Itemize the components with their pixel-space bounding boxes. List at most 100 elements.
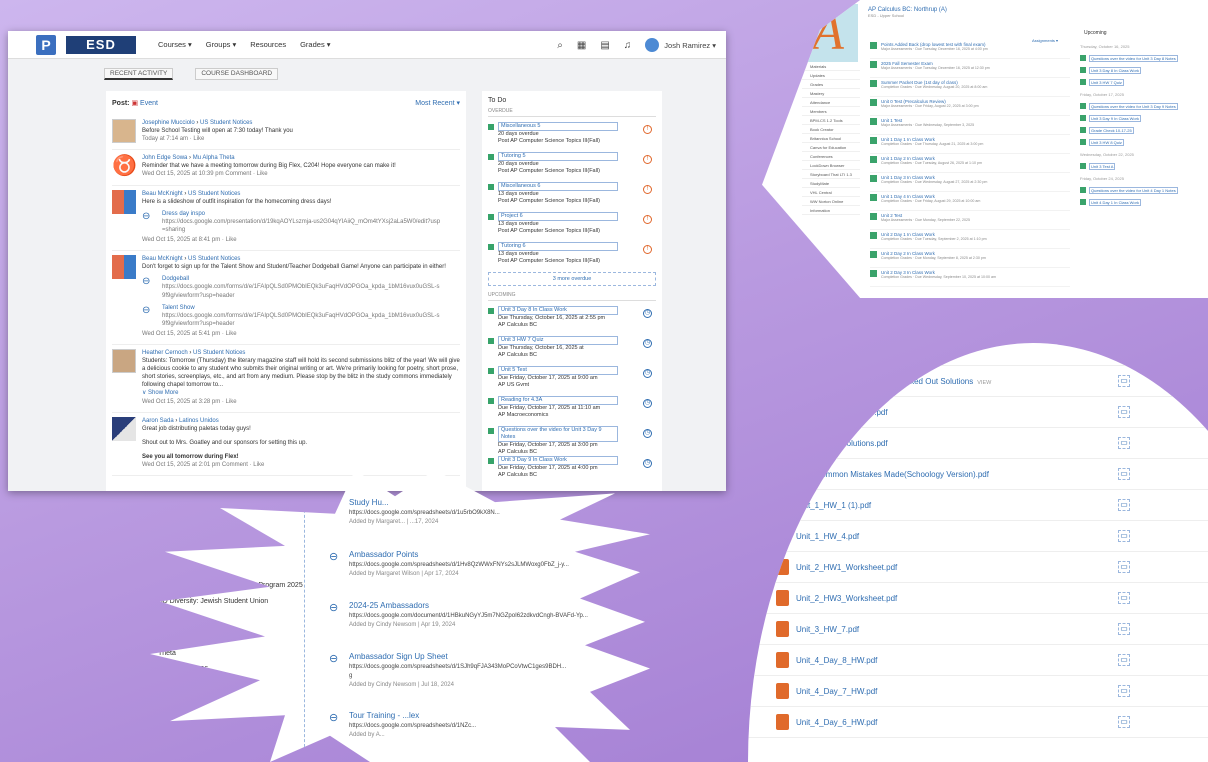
resource-entry[interactable]: ⊖ 2024-25 Ambassadors https://docs.google.… [325, 601, 645, 628]
file-name[interactable]: Summer Homework Packet Worked Out Soluti… [796, 377, 991, 386]
nav-grades[interactable]: Grades ▾ [300, 40, 330, 49]
file-row[interactable]: Formula List for AP Calculus BC.pdf VIEW ▭ [748, 343, 1208, 366]
attachment-title[interactable]: Dress day inspo [162, 210, 442, 218]
todo-item[interactable]: Unit 3 HW 7 Quiz Due Thursday, October 16… [488, 334, 656, 364]
group-list-item[interactable]: nders [158, 618, 176, 625]
post-meta[interactable]: Wed Oct 15, 2025 at 3:28 pm · Like [142, 398, 460, 406]
upcoming-item-title[interactable]: Unit 4 Day 1 In Class Work [1089, 198, 1141, 206]
todo-item-title[interactable]: Unit 3 Day 8 In Class Work [498, 306, 618, 316]
upcoming-item-title[interactable]: Unit 3 Day 8 In Class Work [1089, 66, 1141, 74]
todo-item[interactable]: Unit 5 Test Due Friday, October 17, 2025 … [488, 364, 656, 394]
upcoming-item-title[interactable]: Questions over the video for Unit 4 Day … [1089, 186, 1178, 194]
file-name[interactable]: Unit_4_Day_8_HW.pdf [796, 656, 877, 665]
schoology-logo[interactable]: P [36, 34, 56, 55]
file-name[interactable]: Unit_4_Day_7_HW.pdf [796, 687, 877, 696]
post-group[interactable]: Mu Alpha Theta [193, 155, 235, 161]
file-name[interactable]: Most Common Mistakes Made(Schoology Vers… [796, 470, 989, 479]
link-attachment[interactable]: ⊖ Talent Show https://docs.google.com/for… [142, 304, 460, 328]
upcoming-item-title[interactable]: Unit 3 Day 9 In Class Work [1089, 114, 1141, 122]
resource-entry[interactable]: ⊖ Ambassador Points https://docs.google.co… [325, 550, 645, 577]
course-menu-item[interactable]: Storyboard That LTI 1.3 [802, 170, 860, 179]
resource-entry[interactable]: ⊖ Ambassador Sign Up Sheet https://docs.go… [325, 652, 645, 688]
file-name-text[interactable]: Most Common Mistakes Made(Schoology Vers… [796, 470, 989, 479]
post-author[interactable]: John Edge Sowa [142, 155, 187, 161]
course-menu-item[interactable]: Canva for Education [802, 143, 860, 152]
post-author[interactable]: Beau McKnight [142, 256, 183, 262]
todo-item[interactable]: Reading for 4.3A Due Friday, October 17, … [488, 394, 656, 424]
post-meta[interactable]: Today at 7:14 am · Like [142, 135, 460, 143]
sort-dropdown[interactable]: Most Recent ▾ [415, 99, 460, 107]
file-name-text[interactable]: Unit 5 HW 2 Solutions.pdf [796, 439, 888, 448]
longhorn-icon[interactable]: ♉ [112, 154, 137, 179]
view-link[interactable]: VIEW [977, 380, 991, 386]
file-row[interactable]: Most Common Mistakes Made(Schoology Vers… [748, 459, 1208, 490]
resource-entry[interactable]: ⊖ Study Hu... https://docs.google.com/spre… [325, 498, 645, 525]
folder-move-icon[interactable]: ▭ [1118, 437, 1130, 449]
file-name[interactable]: Unit_1_HW_4.pdf [796, 532, 859, 541]
file-name[interactable]: Unit_1_HW_1 (1).pdf [796, 501, 871, 510]
file-name-text[interactable]: Unit_2_HW3_Worksheet.pdf [796, 594, 897, 603]
attachment-title[interactable]: Talent Show [162, 304, 442, 312]
post-event-button[interactable]: Event [140, 100, 158, 107]
todo-item[interactable]: Tutoring 6 13 days overdue Post AP Compute… [488, 240, 656, 270]
material-item[interactable]: Unit 1 Test Major Assessments · Due Wedne… [870, 116, 1070, 135]
upcoming-item[interactable]: Unit 3 Day 9 In Class Work [1080, 112, 1208, 124]
author-avatar[interactable] [112, 255, 136, 280]
resource-title[interactable]: Ambassador Points [349, 550, 645, 559]
post-meta[interactable]: Wed Oct 15, 2025 at 2:01 pm Comment · Li… [142, 461, 460, 469]
file-name[interactable]: Unit 5 HW 1 Solutions.pdf [796, 408, 888, 417]
course-menu-item[interactable]: LockDown Browser [802, 161, 860, 170]
upcoming-item[interactable]: Unit 3 Day 8 In Class Work [1080, 64, 1208, 76]
todo-item[interactable]: Miscellaneous 6 13 days overdue Post AP Co… [488, 180, 656, 210]
post-author[interactable]: Heather Cernoch [142, 350, 188, 356]
material-item[interactable]: Unit 0 Test (Precalculus Review) Major As… [870, 97, 1070, 116]
todo-item[interactable]: Unit 3 Day 9 In Class Work Due Friday, Oc… [488, 454, 656, 484]
material-item[interactable]: Unit 2 Day 2 In Class Work Completion Gra… [870, 249, 1070, 268]
calendar-icon[interactable]: ▤ [600, 40, 609, 51]
resource-title[interactable]: 2024-25 Ambassadors [349, 601, 645, 610]
group-list-item[interactable]: SD Diversity: Jewish Student Union [158, 598, 268, 605]
course-menu-item[interactable]: Mastery [802, 89, 860, 98]
course-menu-item[interactable]: Members [802, 107, 860, 116]
todo-item-title[interactable]: Unit 5 Test [498, 366, 618, 376]
more-overdue-link[interactable]: 3 more overdue [488, 272, 656, 286]
file-name[interactable]: Unit_2_HW3_Worksheet.pdf [796, 594, 897, 603]
event-icon[interactable]: ▣ [131, 100, 138, 107]
todo-item-title[interactable]: Miscellaneous 6 [498, 182, 618, 192]
folder-move-icon[interactable]: ▭ [1118, 344, 1130, 356]
file-name-text[interactable]: Unit_3_HW_7.pdf [796, 625, 859, 634]
upcoming-item-title[interactable]: Questions over the video for Unit 3 Day … [1089, 102, 1178, 110]
file-name[interactable]: Unit_4_Day_6_HW.pdf [796, 718, 877, 727]
group-list-item[interactable]: Eastin Family WORX Internship Program 20… [158, 582, 303, 589]
upcoming-item[interactable]: Grade Check 10-17-25 [1080, 124, 1208, 136]
post-group[interactable]: US Student Notices [188, 191, 240, 197]
group-list-item[interactable]: NHS 2025-2026 [158, 666, 208, 673]
todo-item[interactable]: Questions over the video for Unit 3 Day … [488, 424, 656, 455]
course-menu-item[interactable]: Materials [802, 62, 860, 71]
todo-item-title[interactable]: Tutoring 5 [498, 152, 618, 162]
folder-move-icon[interactable]: ▭ [1118, 654, 1130, 666]
folder-move-icon[interactable]: ▭ [1118, 406, 1130, 418]
post-meta[interactable]: Wed Oct 15, 2025 at 8:41 pm · Like [142, 236, 460, 244]
file-name-text[interactable]: Unit_4_Day_6_HW.pdf [796, 718, 877, 727]
upcoming-item-title[interactable]: Unit 3 Test A [1089, 162, 1116, 170]
apps-grid-icon[interactable]: ▦ [577, 40, 586, 51]
file-name-text[interactable]: Unit_1_HW_4.pdf [796, 532, 859, 541]
course-menu-item[interactable]: Book Creator [802, 125, 860, 134]
post-group[interactable]: US Student Notices [200, 120, 252, 126]
material-item[interactable]: 2025 Fall Semester Exam Major Assessments… [870, 59, 1070, 78]
folder-move-icon[interactable]: ▭ [1118, 561, 1130, 573]
material-item[interactable]: Points Added Back (drop lowest test with… [870, 40, 1070, 59]
file-name[interactable]: Formula List for AP Calculus BC.pdf VIEW [796, 346, 942, 355]
author-avatar[interactable] [112, 416, 136, 441]
file-row[interactable]: Unit_2_HW3_Worksheet.pdf ▭ [748, 583, 1208, 614]
resource-title[interactable]: Ambassador Sign Up Sheet [349, 652, 645, 661]
file-name-text[interactable]: Summer Homework Packet Worked Out Soluti… [796, 377, 973, 386]
todo-item-title[interactable]: Miscellaneous 5 [498, 122, 618, 132]
course-menu-item[interactable]: BPM-CS 1.2 Tools [802, 116, 860, 125]
file-name-text[interactable]: Unit_4_Day_8_HW.pdf [796, 656, 877, 665]
post-meta[interactable]: Wed Oct 15, 2025 at 10:39 pm Comment · L… [142, 170, 460, 178]
folder-move-icon[interactable]: ▭ [1118, 592, 1130, 604]
course-menu-item[interactable]: Conferences [802, 152, 860, 161]
show-more-link[interactable]: ∨ Show More [142, 389, 460, 397]
